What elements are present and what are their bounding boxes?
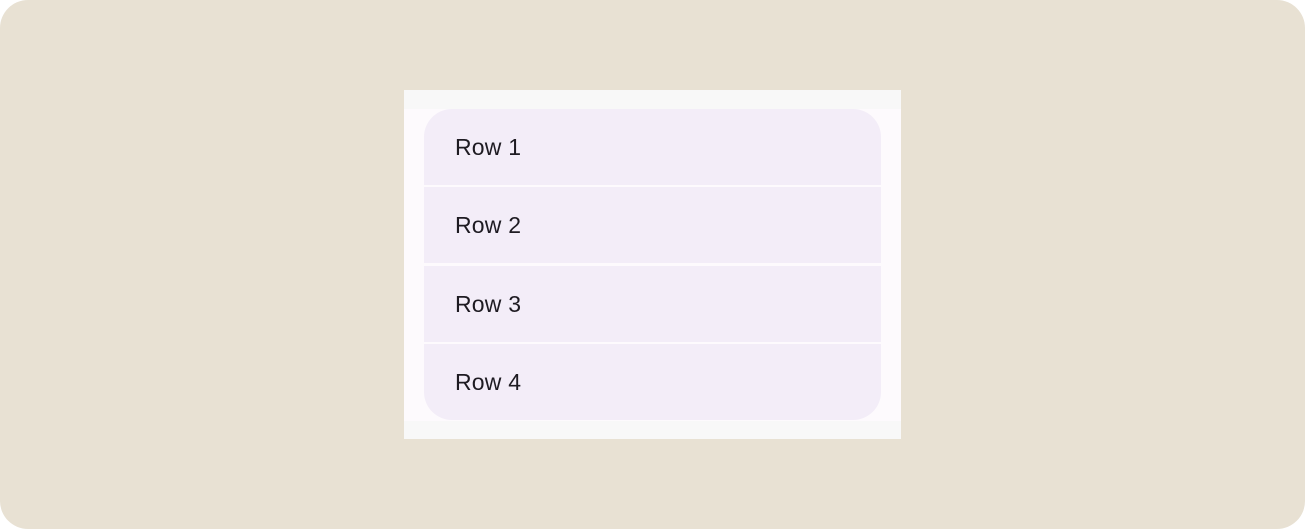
background-canvas: Row 1 Row 2 Row 3 Row 4: [0, 0, 1305, 529]
list-item-row-1[interactable]: Row 1: [424, 109, 881, 185]
list-item-label: Row 4: [455, 368, 522, 395]
top-bar: [404, 90, 901, 109]
list-item-row-2[interactable]: Row 2: [424, 187, 881, 263]
bottom-bar: [404, 421, 901, 439]
list-item-label: Row 3: [455, 290, 522, 317]
list-item-row-4[interactable]: Row 4: [424, 344, 881, 420]
list-item-label: Row 1: [455, 133, 522, 160]
list-item-row-3[interactable]: Row 3: [424, 266, 881, 342]
list-item-label: Row 2: [455, 211, 522, 238]
segmented-list: Row 1 Row 2 Row 3 Row 4: [424, 109, 881, 420]
